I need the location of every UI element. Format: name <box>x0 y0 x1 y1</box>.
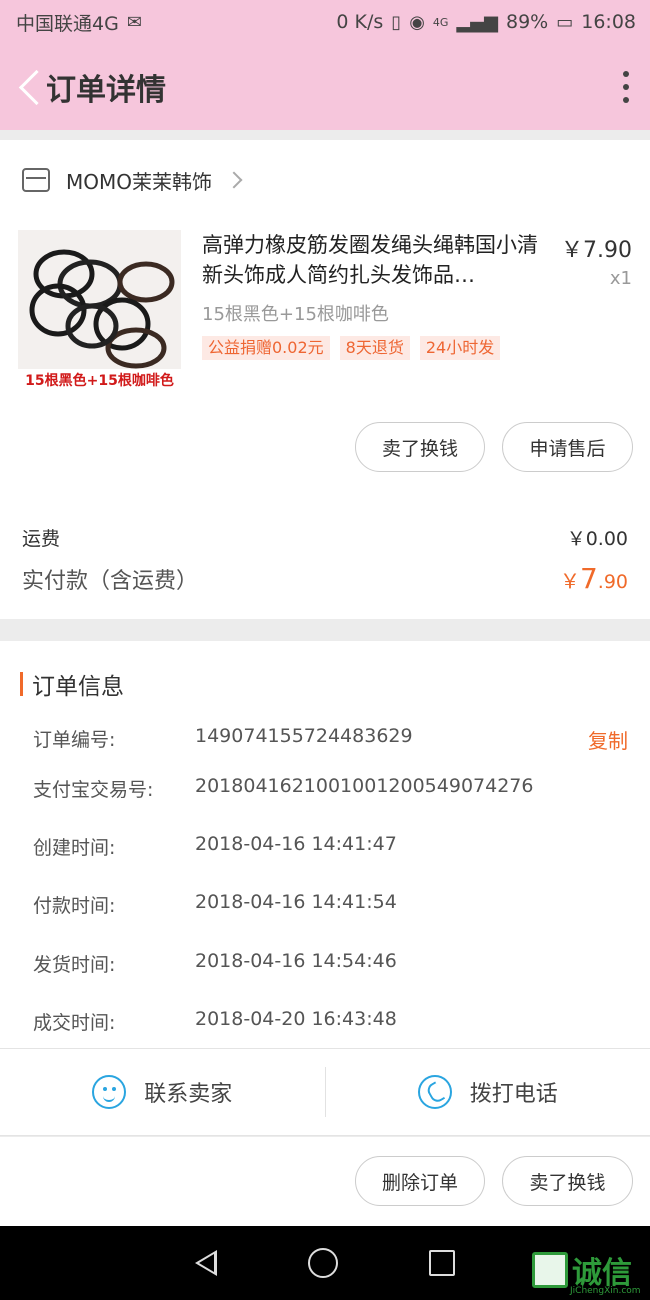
product-sku: 15根黑色+15根咖啡色 <box>202 304 389 325</box>
carrier-label: 中国联通4G <box>16 12 119 35</box>
sell-for-cash-button-bottom[interactable]: 卖了换钱 <box>502 1156 633 1206</box>
shipping-label: 运费 <box>22 528 61 550</box>
completed-time-row: 成交时间: 2018-04-20 16:43:48 <box>33 1008 628 1035</box>
info-label: 付款时间: <box>33 895 116 917</box>
network-speed: 0 K/s <box>336 11 384 33</box>
contact-seller-button[interactable]: 联系卖家 <box>0 1049 325 1135</box>
bottom-action-bar: 删除订单 卖了换钱 <box>0 1137 650 1226</box>
product-quantity: x1 <box>609 268 632 289</box>
tag-shipping: 24小时发 <box>419 336 501 360</box>
section-accent-bar <box>20 672 23 696</box>
nav-bar: 订单详情 <box>0 44 650 130</box>
shipping-value: ￥0.00 <box>566 528 628 550</box>
product-title: 高弹力橡皮筋发圈发绳头绳韩国小清新头饰成人简约扎头发饰品… <box>202 233 538 287</box>
shipped-time-row: 发货时间: 2018-04-16 14:54:46 <box>33 950 628 977</box>
system-back-icon[interactable] <box>195 1250 218 1276</box>
order-info-title: 订单信息 <box>32 674 124 700</box>
more-menu-icon[interactable] <box>616 71 636 103</box>
chat-icon <box>92 1075 127 1109</box>
system-recents-icon[interactable] <box>428 1250 455 1276</box>
order-info-header: 订单信息 <box>20 667 124 701</box>
back-icon[interactable] <box>14 67 44 107</box>
info-value: 2018041621001001200549074276 <box>195 775 534 797</box>
delete-order-button[interactable]: 删除订单 <box>355 1156 485 1206</box>
product-thumbnail: 15根黑色+15根咖啡色 <box>18 230 181 393</box>
shop-icon <box>22 168 50 192</box>
tag-return: 8天退货 <box>339 336 410 360</box>
shop-row[interactable]: MOMO茉茉韩饰 <box>0 140 650 220</box>
info-value: 2018-04-16 14:41:54 <box>195 891 397 913</box>
info-value: 2018-04-20 16:43:48 <box>195 1008 397 1030</box>
info-label: 成交时间: <box>33 1012 116 1034</box>
vibrate-icon: ▯ <box>391 11 402 33</box>
paid-label: 实付款（含运费） <box>22 569 199 594</box>
product-item[interactable]: 15根黑色+15根咖啡色 高弹力橡皮筋发圈发绳头绳韩国小清新头饰成人简约扎头发饰… <box>18 230 632 400</box>
order-number-row: 订单编号: 149074155724483629 <box>33 725 628 752</box>
info-value: 149074155724483629 <box>195 725 413 747</box>
network-type: 4G <box>432 15 449 29</box>
product-price: ￥7.90 <box>561 238 632 263</box>
eye-icon: ◉ <box>409 11 425 33</box>
paid-value: ￥7.90 <box>559 562 628 595</box>
watermark-seal-icon <box>532 1252 568 1288</box>
chevron-right-icon <box>225 171 243 189</box>
created-time-row: 创建时间: 2018-04-16 14:41:47 <box>33 833 628 860</box>
battery-icon: ▭ <box>556 11 574 33</box>
wechat-icon: ✉ <box>126 11 142 33</box>
paid-time-row: 付款时间: 2018-04-16 14:41:54 <box>33 891 628 918</box>
alipay-number-row: 支付宝交易号: 2018041621001001200549074276 <box>33 775 628 802</box>
info-label: 创建时间: <box>33 837 116 859</box>
info-value: 2018-04-16 14:54:46 <box>195 950 397 972</box>
call-label: 拨打电话 <box>469 1082 558 1107</box>
clock: 16:08 <box>581 11 636 33</box>
watermark-domain: JiChengXin.com <box>570 1286 641 1296</box>
info-label: 支付宝交易号: <box>33 779 154 801</box>
sell-for-cash-button[interactable]: 卖了换钱 <box>355 422 485 472</box>
shipping-fee-row: 运费 ￥0.00 <box>22 524 628 551</box>
order-card: MOMO茉茉韩饰 15根黑色+15根咖啡色 高弹力橡皮筋发圈发绳头绳韩国小清新头… <box>0 140 650 619</box>
watermark-logo: 诚信 JiChengXin.com <box>532 1248 641 1296</box>
tag-charity: 公益捐赠0.02元 <box>202 336 330 360</box>
order-info-card: 订单信息 订单编号: 149074155724483629 复制 支付宝交易号:… <box>0 641 650 1048</box>
signal-icon: ▂▄▆ <box>456 11 498 33</box>
phone-icon <box>417 1075 452 1109</box>
info-label: 订单编号: <box>33 729 116 751</box>
battery-percent: 89% <box>505 11 549 33</box>
after-sale-button[interactable]: 申请售后 <box>502 422 633 472</box>
info-value: 2018-04-16 14:41:47 <box>195 833 397 855</box>
copy-button[interactable]: 复制 <box>588 725 628 754</box>
contact-bar: 联系卖家 拨打电话 <box>0 1048 650 1136</box>
shop-name: MOMO茉茉韩饰 <box>66 169 212 194</box>
system-home-icon[interactable] <box>307 1248 338 1278</box>
thumbnail-caption: 15根黑色+15根咖啡色 <box>18 369 181 393</box>
contact-seller-label: 联系卖家 <box>144 1082 233 1107</box>
status-bar: 中国联通4G ✉ 0 K/s ▯ ◉ 4G ▂▄▆ 89% ▭ 16:08 <box>0 0 650 44</box>
call-button[interactable]: 拨打电话 <box>326 1049 650 1135</box>
product-tags: 公益捐赠0.02元 8天退货 24小时发 <box>202 336 501 360</box>
info-label: 发货时间: <box>33 954 116 976</box>
paid-amount-row: 实付款（含运费） ￥7.90 <box>22 562 628 595</box>
page-title: 订单详情 <box>46 73 166 108</box>
